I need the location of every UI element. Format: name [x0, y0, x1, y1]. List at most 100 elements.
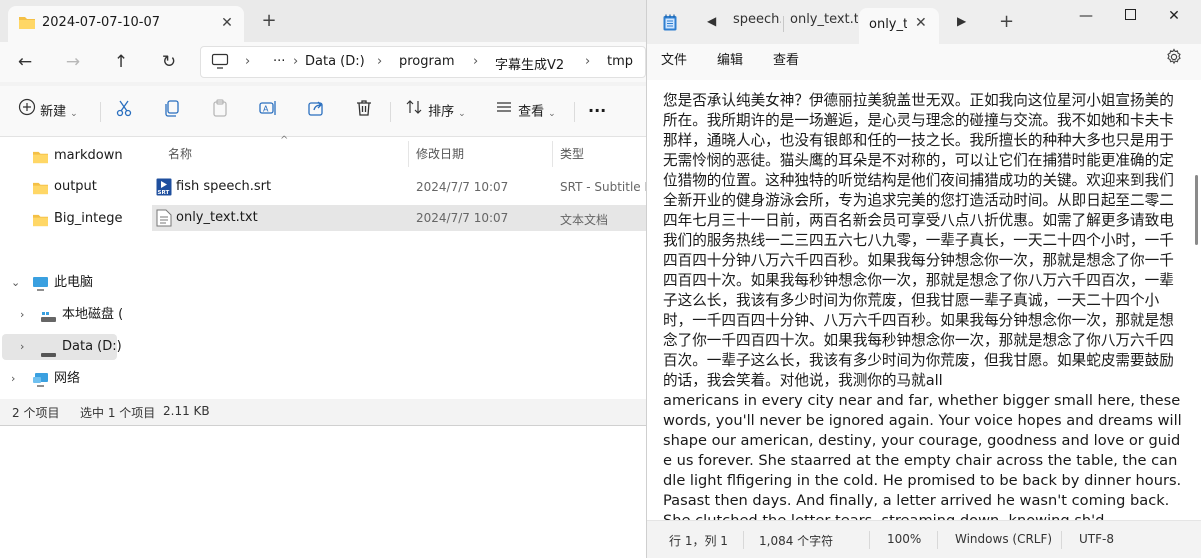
rename-icon[interactable]: A — [258, 98, 278, 124]
close-tab-icon[interactable]: ✕ — [216, 12, 238, 34]
editor-content[interactable]: 您是否承认纯美女神？伊德丽拉美貌盖世无双。正如我向这位星河小姐宣扬美的所在。我所… — [663, 91, 1183, 520]
sidebar-item-label: 网络 — [54, 371, 81, 386]
encoding[interactable]: UTF-8 — [1079, 532, 1114, 546]
chevron-down-icon[interactable]: ⌄ — [11, 270, 20, 296]
file-modified: 2024/7/7 10:07 — [416, 180, 509, 194]
new-button[interactable]: 新建 ⌄ — [18, 98, 78, 124]
view-button-label: 查看 — [518, 104, 545, 120]
text-editor[interactable]: 您是否承认纯美女神？伊德丽拉美貌盖世无双。正如我向这位星河小姐宣扬美的所在。我所… — [647, 80, 1201, 520]
file-row-selected[interactable]: only_text.txt 2024/7/7 10:07 文本文档 — [152, 205, 646, 231]
divider — [1061, 531, 1062, 549]
sidebar-item-local-disk[interactable]: › 本地磁盘 ( — [0, 302, 122, 328]
text-file-icon — [156, 209, 172, 231]
file-list: ^ 名称 修改日期 类型 SRT fish speech.srt 2024/7/… — [150, 135, 646, 399]
sidebar-item-label: 此电脑 — [54, 275, 94, 290]
divider — [869, 531, 870, 549]
chevron-right-icon[interactable]: › — [20, 334, 24, 360]
chevron-right-icon: › — [293, 54, 299, 69]
sort-ascending-icon: ^ — [280, 135, 289, 146]
monitor-icon — [211, 53, 229, 73]
chevron-right-icon: › — [245, 54, 251, 69]
file-modified: 2024/7/7 10:07 — [416, 211, 509, 225]
copy-icon[interactable] — [162, 98, 182, 124]
breadcrumb-item[interactable]: tmp — [607, 54, 633, 69]
divider — [100, 102, 101, 122]
breadcrumb-item[interactable]: 字幕生成V2 — [495, 54, 564, 73]
svg-text:SRT: SRT — [158, 190, 170, 196]
explorer-tab-bar: 2024-07-07-10-07 ✕ + — [0, 0, 646, 42]
delete-icon[interactable] — [354, 98, 374, 124]
breadcrumb-more[interactable]: ··· — [273, 54, 285, 69]
navigation-bar: ← → ↑ ↻ › ··· › Data (D:) › program › 字幕… — [0, 42, 646, 82]
cut-icon[interactable] — [114, 98, 134, 124]
chevron-down-icon: ⌄ — [548, 108, 556, 119]
gear-icon[interactable] — [1165, 48, 1183, 70]
selection-size: 2.11 KB — [163, 404, 210, 418]
column-header-name[interactable]: 名称 — [168, 145, 192, 162]
file-row[interactable]: SRT fish speech.srt 2024/7/7 10:07 SRT -… — [152, 174, 646, 200]
column-header-modified[interactable]: 修改日期 — [416, 145, 464, 162]
file-name: fish speech.srt — [176, 179, 272, 194]
sidebar-item-this-pc[interactable]: ⌄ 此电脑 — [0, 270, 118, 296]
forward-arrow-icon[interactable]: → — [60, 50, 86, 74]
sidebar-item-big-integer[interactable]: Big_integer — [0, 206, 122, 232]
sort-button[interactable]: 排序 ⌄ — [404, 98, 466, 124]
sidebar-item-label: markdown — [54, 148, 122, 163]
sidebar-item-markdown[interactable]: markdown — [0, 143, 122, 169]
tab-divider — [783, 16, 784, 32]
more-options-button[interactable]: ··· — [588, 98, 606, 124]
zoom-level[interactable]: 100% — [887, 532, 921, 546]
view-list-icon — [494, 98, 514, 126]
chevron-down-icon: ⌄ — [458, 108, 466, 119]
tab-only-text-active[interactable]: only_t ✕ — [859, 8, 939, 44]
srt-file-icon: SRT — [156, 178, 172, 200]
column-divider[interactable] — [552, 141, 553, 167]
line-ending[interactable]: Windows (CRLF) — [955, 532, 1052, 546]
new-tab-button[interactable]: + — [999, 11, 1014, 32]
divider — [937, 531, 938, 549]
folder-icon — [32, 148, 49, 174]
sort-button-label: 排序 — [428, 104, 455, 120]
close-window-icon[interactable]: ✕ — [1159, 6, 1189, 26]
item-count: 2 个项目 — [12, 406, 60, 420]
editor-scrollbar[interactable] — [1195, 175, 1198, 245]
menu-file[interactable]: 文件 — [661, 49, 687, 68]
chevron-right-icon[interactable]: › — [11, 366, 15, 392]
close-tab-icon[interactable]: ✕ — [915, 15, 927, 31]
sidebar-item-label: output — [54, 179, 97, 194]
svg-text:A: A — [263, 105, 269, 114]
scroll-tabs-left-icon[interactable]: ◀ — [707, 14, 716, 28]
address-bar[interactable]: › ··· › Data (D:) › program › 字幕生成V2 › t… — [200, 46, 646, 78]
explorer-tab[interactable]: 2024-07-07-10-07 ✕ — [8, 6, 244, 42]
scroll-tabs-right-icon[interactable]: ▶ — [957, 14, 966, 28]
refresh-icon[interactable]: ↻ — [156, 50, 182, 74]
up-arrow-icon[interactable]: ↑ — [108, 50, 134, 74]
back-arrow-icon[interactable]: ← — [12, 50, 38, 74]
computer-icon — [32, 275, 49, 301]
share-icon[interactable] — [306, 98, 326, 124]
navigation-pane: markdown output Big_integer ⌄ 此电脑 › 本地磁盘… — [0, 137, 122, 399]
divider — [574, 102, 575, 122]
menu-view[interactable]: 查看 — [773, 49, 799, 68]
tab-only-text[interactable]: only_text.txt — [790, 12, 858, 27]
tab-speech[interactable]: speech.t — [733, 12, 781, 27]
maximize-icon[interactable] — [1115, 6, 1145, 26]
minimize-icon[interactable]: — — [1071, 6, 1101, 26]
column-header-type[interactable]: 类型 — [560, 145, 584, 162]
paste-icon[interactable] — [210, 98, 230, 124]
folder-icon — [18, 14, 36, 34]
new-tab-button[interactable]: + — [258, 10, 280, 32]
menu-edit[interactable]: 编辑 — [717, 49, 743, 68]
view-button[interactable]: 查看 ⌄ — [494, 98, 556, 124]
breadcrumb-item[interactable]: program — [399, 54, 455, 69]
breadcrumb-item[interactable]: Data (D:) — [305, 54, 365, 69]
sidebar-item-network[interactable]: › 网络 — [0, 366, 118, 392]
chevron-down-icon: ⌄ — [70, 108, 78, 119]
sidebar-item-output[interactable]: output — [0, 174, 118, 200]
sort-icon — [404, 98, 424, 126]
column-divider[interactable] — [408, 141, 409, 167]
sidebar-item-data-d[interactable]: › Data (D:) — [2, 334, 122, 360]
chevron-right-icon[interactable]: › — [20, 302, 24, 328]
chevron-right-icon: › — [473, 54, 479, 69]
file-name: only_text.txt — [176, 210, 258, 225]
